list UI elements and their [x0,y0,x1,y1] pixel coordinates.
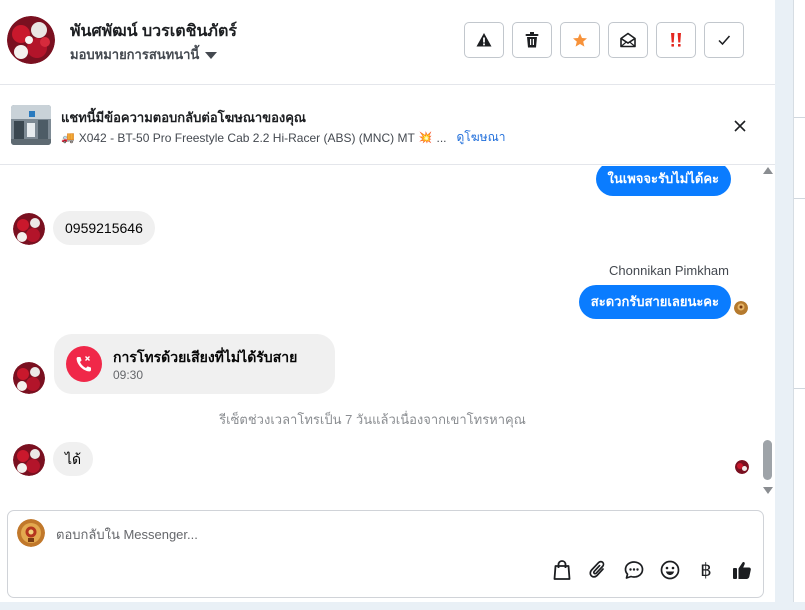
shopping-bag-icon [553,560,571,580]
paperclip-icon [589,560,605,578]
contact-avatar-small [13,213,45,245]
scrollbar-thumb[interactable] [763,440,772,480]
double-exclamation-icon [671,33,681,47]
divider [794,388,805,389]
missed-call-icon [66,346,102,382]
spark-emoji-icon: 💥 [418,132,433,144]
like-button[interactable] [731,559,753,581]
report-spam-button[interactable] [464,22,504,58]
envelope-open-icon [620,32,636,48]
message-thread: ในเพจจะรับไม่ได้คะ 0959215646 Chonnikan … [0,166,760,502]
emoji-button[interactable] [659,559,681,581]
right-side-panel-edge [775,0,805,610]
system-notice: รีเซ็ตช่วงเวลาโทรเป็น 7 วันแล้วเนื่องจาก… [219,412,526,427]
scroll-down-arrow[interactable] [763,487,773,494]
message-composer: ฿ [7,510,764,598]
ad-banner-details: 🚚 X042 - BT-50 Pro Freestyle Cab 2.2 Hi-… [61,128,505,147]
saved-reply-icon [624,561,644,579]
trash-icon [525,32,539,48]
baht-icon: ฿ [700,559,712,580]
outgoing-message[interactable]: สะดวกรับสายเลยนะคะ [578,285,731,319]
mark-unread-button[interactable] [608,22,648,58]
star-icon [573,33,587,47]
view-ad-link[interactable]: ดูโฆษณา [457,128,506,147]
mark-done-button[interactable] [704,22,744,58]
ad-ellipsis: ... [436,130,447,145]
conversation-header: พันศพัฒน์ บวรเตชินภัตร์ มอบหมายการสนทนาน… [0,0,775,85]
assign-conversation-dropdown[interactable]: มอบหมายการสนทนานี้ [70,44,218,65]
seen-receipt-avatar [735,460,749,474]
scroll-up-arrow[interactable] [763,167,773,174]
reply-input[interactable] [56,523,556,545]
incoming-message[interactable]: ได้ [53,442,94,476]
saved-replies-button[interactable] [623,559,645,581]
shopping-bag-button[interactable] [551,559,573,581]
ad-text: X042 - BT-50 Pro Freestyle Cab 2.2 Hi-Ra… [78,130,415,145]
ad-reply-banner: แชทนี้มีข้อความตอบกลับต่อโฆษณาของคุณ 🚚 X… [0,85,775,165]
star-button[interactable] [560,22,600,58]
payment-button[interactable]: ฿ [695,559,717,581]
outgoing-message[interactable]: ในเพจจะรับไม่ได้คะ [595,166,731,196]
ad-thumbnail[interactable] [11,105,51,145]
conversation-panel: พันศพัฒน์ บวรเตชินภัตร์ มอบหมายการสนทนาน… [0,0,775,602]
contact-avatar-small [13,362,45,394]
follow-up-button[interactable] [656,22,696,58]
missed-call-time: 09:30 [113,368,144,382]
bottom-edge [0,602,805,610]
missed-call-card[interactable]: การโทรด้วยเสียงที่ไม่ได้รับสาย 09:30 [54,334,335,394]
assign-label: มอบหมายการสนทนานี้ [70,47,200,62]
sender-name: Chonnikan Pimkham [609,263,729,278]
ad-banner-title: แชทนี้มีข้อความตอบกลับต่อโฆษณาของคุณ [61,110,306,125]
contact-name[interactable]: พันศพัฒน์ บวรเตชินภัตร์ [70,19,237,44]
page-avatar [17,519,45,547]
page-admin-avatar [734,301,748,315]
incoming-message[interactable]: 0959215646 [53,211,155,245]
contact-avatar[interactable] [7,16,55,64]
delete-button[interactable] [512,22,552,58]
divider [794,117,805,118]
thumbs-up-icon [733,561,751,579]
attach-file-button[interactable] [587,559,609,581]
missed-call-title: การโทรด้วยเสียงที่ไม่ได้รับสาย [113,349,298,365]
checkmark-icon [718,35,731,46]
contact-avatar-small [13,444,45,476]
truck-emoji-icon: 🚚 [61,132,75,144]
side-panel-inner [793,0,805,610]
close-icon [734,120,746,132]
caret-down-icon [205,51,218,59]
close-banner-button[interactable] [730,116,750,136]
emoji-icon [660,560,680,580]
divider [794,198,805,199]
warning-icon [476,33,492,47]
